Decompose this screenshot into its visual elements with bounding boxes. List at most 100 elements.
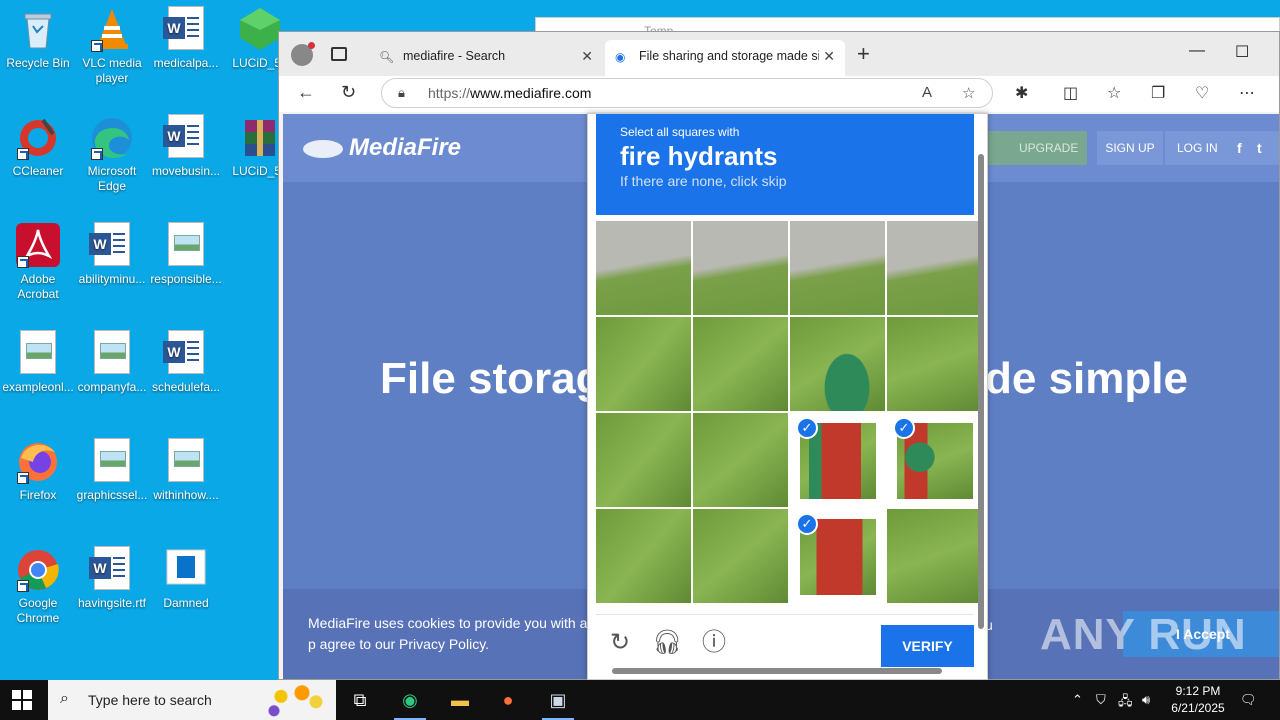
desktop-icon-movebusin[interactable]: W movebusin... xyxy=(148,114,224,179)
audio-challenge-icon[interactable]: 🎧︎ xyxy=(652,629,682,657)
tab-actions-icon[interactable] xyxy=(331,47,347,61)
clock-date: 6/21/2025 xyxy=(1171,701,1225,715)
upgrade-button[interactable]: UPGRADE xyxy=(985,131,1087,165)
selected-check-icon: ✓ xyxy=(796,513,818,535)
desktop-icon-withinhow[interactable]: withinhow.... xyxy=(148,438,224,503)
captcha-tile[interactable] xyxy=(693,413,788,507)
settings-more-icon[interactable]: ⋯ xyxy=(1239,83,1255,103)
desktop-icon-label: havingsite.rtf xyxy=(77,596,147,610)
collections-icon[interactable]: ❐ xyxy=(1151,83,1165,103)
desktop-icon-damned[interactable]: Damned xyxy=(148,546,224,611)
taskbar-file-explorer-icon[interactable]: ▬ xyxy=(436,680,484,720)
tile-image xyxy=(596,221,691,315)
captcha-tile[interactable]: ✓ xyxy=(790,509,885,603)
captcha-tile[interactable] xyxy=(887,509,982,603)
network-icon[interactable]: 🖧︎ xyxy=(1118,692,1133,714)
desktop-icon-google-chrome[interactable]: Google Chrome xyxy=(0,546,76,626)
maximize-button[interactable]: ☐ xyxy=(1235,42,1249,62)
captcha-tile[interactable] xyxy=(596,221,691,315)
image-file-icon xyxy=(89,438,135,484)
captcha-tile[interactable] xyxy=(887,221,982,315)
captcha-tile[interactable]: ✓ xyxy=(887,413,982,507)
sign-up-button[interactable]: SIGN UP xyxy=(1097,131,1163,165)
facebook-icon[interactable]: f xyxy=(1237,131,1242,165)
desktop-icon-medicalpa[interactable]: W medicalpa... xyxy=(148,6,224,71)
close-tab-icon[interactable]: ✕ xyxy=(823,48,835,65)
task-view-icon[interactable]: ⧉ xyxy=(336,680,384,720)
back-arrow-icon[interactable]: ← xyxy=(297,82,315,103)
split-screen-icon[interactable]: ◫ xyxy=(1063,83,1078,103)
captcha-tile[interactable]: ✓ xyxy=(790,413,885,507)
favorite-star-icon[interactable]: ☆ xyxy=(962,84,975,102)
captcha-vertical-scrollbar[interactable] xyxy=(977,124,985,659)
desktop-icon-ccleaner[interactable]: CCleaner xyxy=(0,114,76,179)
new-tab-button[interactable]: + xyxy=(857,43,870,65)
captcha-tile[interactable] xyxy=(596,509,691,603)
blank-document-icon xyxy=(163,546,209,592)
desktop-icon-exampleonl[interactable]: exampleonl... xyxy=(0,330,76,395)
refresh-icon[interactable]: ↻ xyxy=(341,82,356,103)
desktop-icon-microsoft-edge[interactable]: Microsoft Edge xyxy=(74,114,150,194)
windows-start-icon[interactable] xyxy=(12,690,32,710)
read-aloud-icon[interactable]: A xyxy=(922,84,932,101)
search-placeholder: Type here to search xyxy=(88,692,212,708)
captcha-tile[interactable] xyxy=(693,221,788,315)
tile-image xyxy=(596,413,691,507)
desktop-icon-label: movebusin... xyxy=(151,164,221,178)
captcha-tile[interactable] xyxy=(693,509,788,603)
close-tab-icon[interactable]: ✕ xyxy=(581,48,593,65)
selected-check-icon: ✓ xyxy=(796,417,818,439)
desktop-icon-vlc[interactable]: VLC media player xyxy=(74,6,150,86)
desktop-icon-responsible[interactable]: responsible... xyxy=(148,222,224,287)
captcha-tile[interactable] xyxy=(596,413,691,507)
desktop-icon-abilityminu[interactable]: W abilityminu... xyxy=(74,222,150,287)
system-clock[interactable]: 9:12 PM 6/21/2025 xyxy=(1160,683,1236,717)
chrome-icon xyxy=(15,546,61,592)
tile-image xyxy=(596,509,691,603)
minimize-button[interactable]: — xyxy=(1189,42,1205,60)
desktop-icon-label: Adobe Acrobat xyxy=(17,272,59,301)
captcha-tile[interactable] xyxy=(596,317,691,411)
show-hidden-icons-icon[interactable]: ⌃ xyxy=(1072,692,1083,708)
desktop-icon-label: CCleaner xyxy=(12,164,64,178)
notifications-icon[interactable]: 🗨︎ xyxy=(1240,692,1257,708)
desktop-icon-graphicssel[interactable]: graphicssel... xyxy=(74,438,150,503)
taskbar-firefox-icon[interactable]: ● xyxy=(484,680,532,720)
tile-image xyxy=(790,317,885,411)
captcha-tile[interactable] xyxy=(790,317,885,411)
tab-mediafire-search[interactable]: 🔍︎ mediafire - Search ✕ xyxy=(369,40,603,76)
taskbar-app-icon[interactable]: ▣ xyxy=(534,680,582,720)
address-bar[interactable]: 🔒︎ https://www.mediafire.com A ☆ xyxy=(381,78,993,108)
verify-button[interactable]: VERIFY xyxy=(881,625,974,667)
desktop-icon-companyfa[interactable]: companyfa... xyxy=(74,330,150,395)
volume-icon[interactable]: 🔊︎ xyxy=(1142,692,1150,708)
refresh-challenge-icon[interactable]: ↻ xyxy=(606,629,634,657)
tab-mediafire[interactable]: ◉ File sharing and storage made sim ✕ xyxy=(605,40,845,76)
tile-image xyxy=(693,509,788,603)
favorites-icon[interactable]: ☆ xyxy=(1107,83,1121,103)
hero-heading-right: de simple xyxy=(985,354,1188,403)
desktop-icon-firefox[interactable]: Firefox xyxy=(0,438,76,503)
info-icon[interactable]: ⓘ xyxy=(700,629,728,657)
captcha-image-grid: ✓ ✓ ✓ xyxy=(596,221,982,608)
search-highlight-icon xyxy=(260,682,330,718)
log-in-button[interactable]: LOG IN f t xyxy=(1165,131,1279,165)
captcha-tile[interactable] xyxy=(887,317,982,411)
desktop-icon-label: withinhow.... xyxy=(153,488,219,502)
taskbar-edge-icon[interactable]: ◉ xyxy=(386,680,434,720)
desktop-icon-recycle-bin[interactable]: Recycle Bin xyxy=(0,6,76,71)
captcha-horizontal-scrollbar[interactable] xyxy=(596,667,966,675)
mediafire-logo[interactable]: MediaFire xyxy=(303,134,461,162)
edge-icon xyxy=(89,114,135,160)
desktop-icon-adobe-acrobat[interactable]: Adobe Acrobat xyxy=(0,222,76,302)
browser-essentials-icon[interactable]: ♡ xyxy=(1195,83,1209,103)
profile-avatar-icon[interactable] xyxy=(291,42,315,66)
desktop-icon-havingsite[interactable]: W havingsite.rtf xyxy=(74,546,150,611)
desktop-icon-schedulefa[interactable]: W schedulefa... xyxy=(148,330,224,395)
security-tray-icon[interactable]: ⛉ xyxy=(1096,692,1106,708)
captcha-tile[interactable] xyxy=(790,221,885,315)
twitter-icon[interactable]: t xyxy=(1257,131,1262,165)
taskbar-search-box[interactable]: ⌕ Type here to search xyxy=(48,680,336,720)
extensions-icon[interactable]: ✱ xyxy=(1015,83,1028,103)
captcha-tile[interactable] xyxy=(693,317,788,411)
